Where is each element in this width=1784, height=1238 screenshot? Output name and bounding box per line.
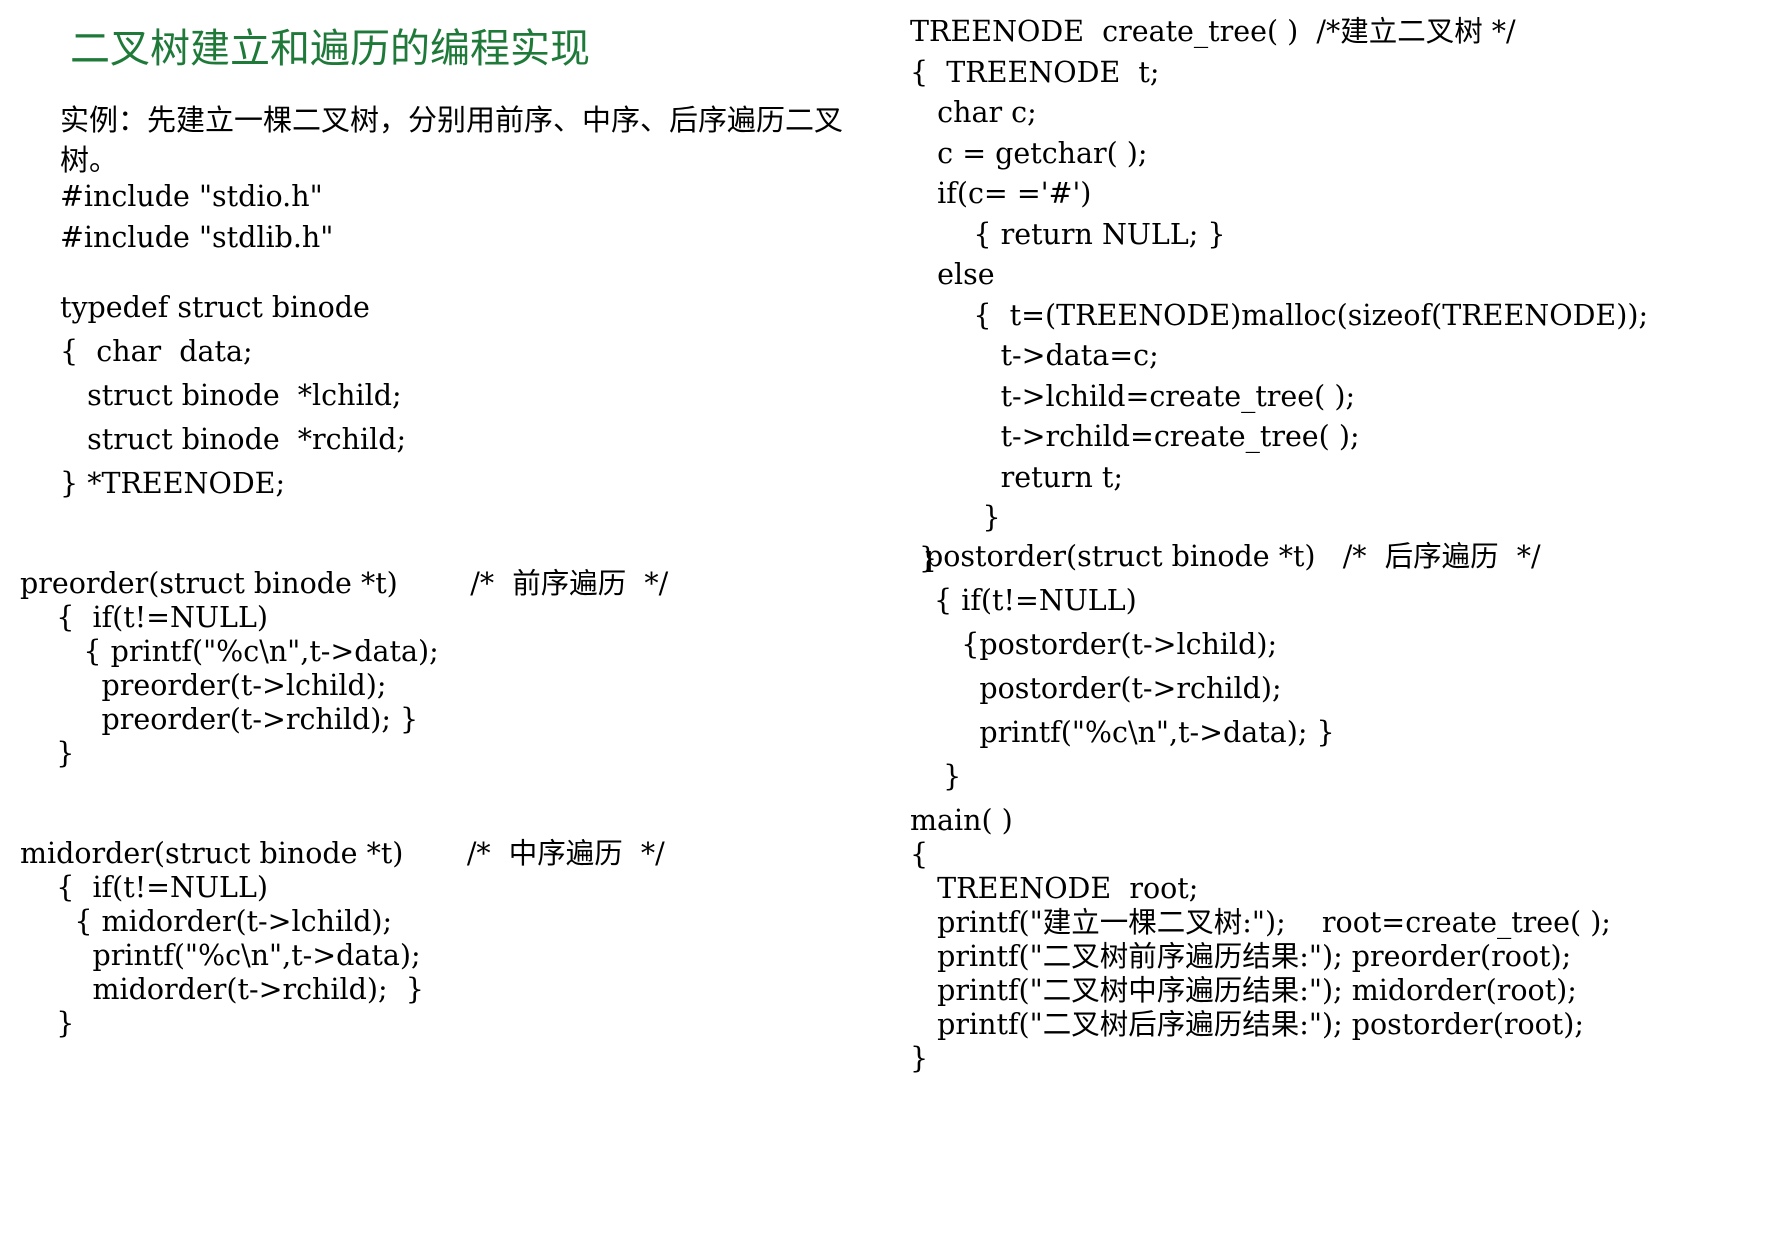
intro-text: 实例：先建立一棵二叉树，分别用前序、中序、后序遍历二叉树。 — [60, 103, 844, 177]
code-create-tree: TREENODE create_tree( ) /*建立二叉树 */ { TRE… — [910, 15, 1649, 575]
slide: 二叉树建立和遍历的编程实现 实例：先建立一棵二叉树，分别用前序、中序、后序遍历二… — [0, 0, 1784, 1238]
code-typedef: typedef struct binode { char data; struc… — [60, 291, 407, 500]
code-includes: #include "stdio.h" #include "stdlib.h" — [60, 180, 334, 254]
code-main: main( ) { TREENODE root; printf("建立一棵二叉树… — [910, 804, 1611, 1075]
code-midorder: midorder(struct binode *t) /* 中序遍历 */ { … — [20, 837, 665, 1040]
code-postorder: postorder(struct binode *t) /* 后序遍历 */ {… — [925, 540, 1541, 793]
code-preorder: preorder(struct binode *t) /* 前序遍历 */ { … — [20, 567, 669, 770]
slide-title: 二叉树建立和遍历的编程实现 — [70, 26, 590, 72]
